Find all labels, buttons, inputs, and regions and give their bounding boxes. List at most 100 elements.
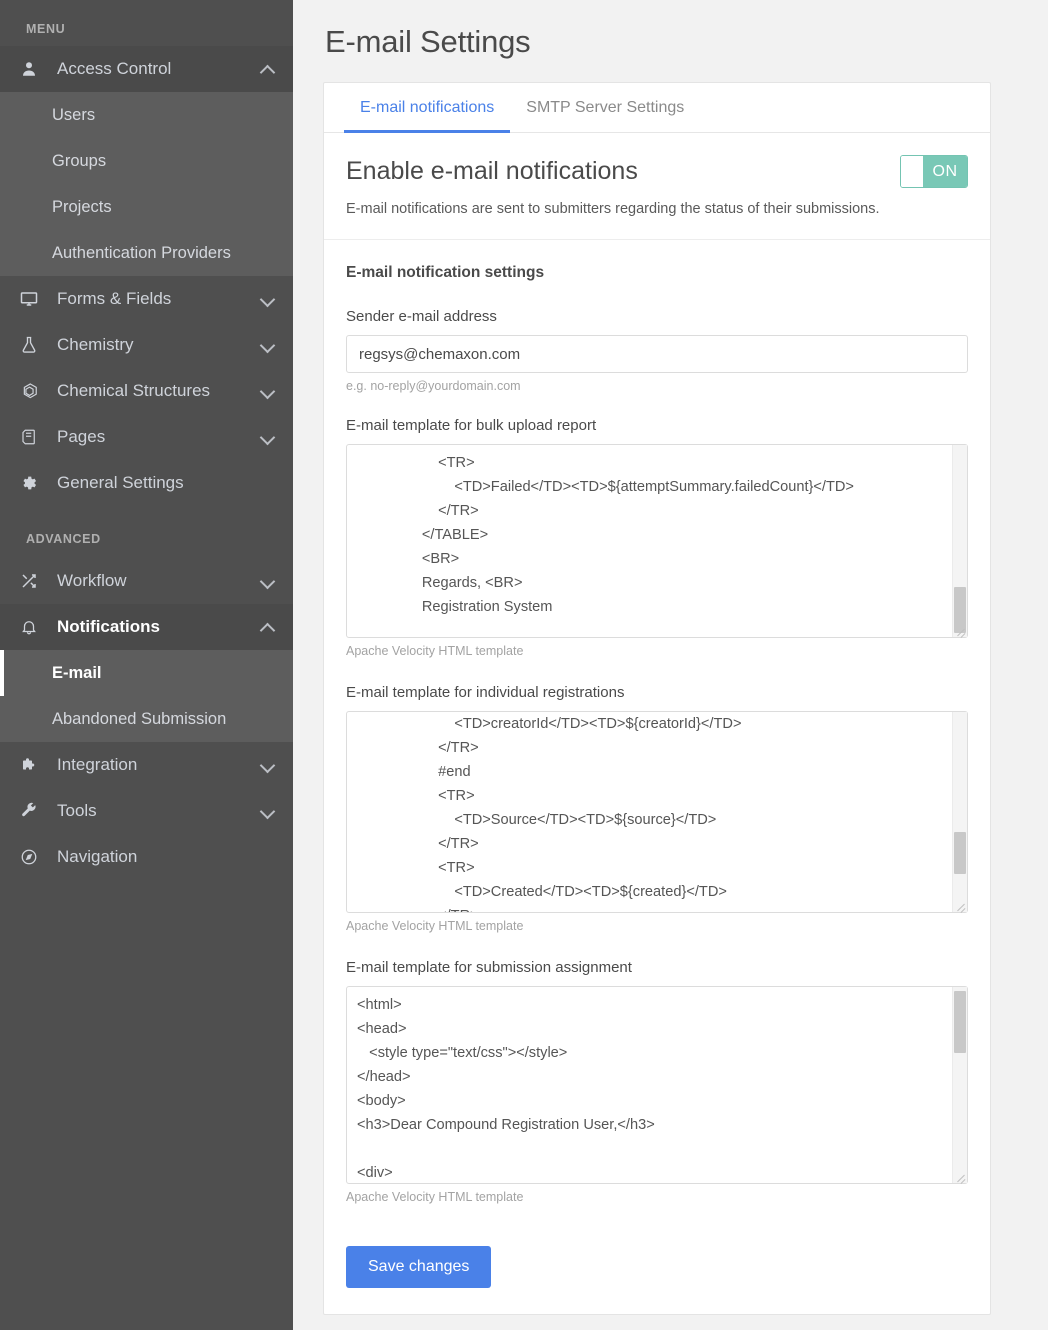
- assignment-template-hint: Apache Velocity HTML template: [346, 1190, 968, 1204]
- sidebar: MENU Access Control Users Groups Project…: [0, 0, 293, 1330]
- sender-email-hint: e.g. no-reply@yourdomain.com: [346, 379, 968, 393]
- sidebar-item-workflow[interactable]: Workflow: [0, 558, 293, 604]
- bulk-template-hint: Apache Velocity HTML template: [346, 644, 968, 658]
- hexagon-icon: [20, 382, 48, 401]
- sidebar-subitem-abandoned-submission[interactable]: Abandoned Submission: [0, 696, 293, 742]
- notification-settings-body: E-mail notification settings Sender e-ma…: [324, 240, 990, 1314]
- sidebar-item-label: Navigation: [48, 847, 275, 867]
- tab-email-notifications[interactable]: E-mail notifications: [344, 83, 510, 133]
- wrench-icon: [20, 802, 48, 820]
- chevron-down-icon[interactable]: [261, 384, 275, 398]
- sidebar-item-label: Integration: [48, 755, 261, 775]
- chevron-up-icon[interactable]: [261, 62, 275, 76]
- sidebar-item-label: Tools: [48, 801, 261, 821]
- bulk-template-scrollbar[interactable]: [952, 445, 967, 637]
- sidebar-subitem-email[interactable]: E-mail: [0, 650, 293, 696]
- enable-notifications-row: Enable e-mail notifications ON: [324, 133, 990, 188]
- sidebar-subitem-label: Projects: [52, 198, 112, 217]
- toggle-state-label: ON: [923, 156, 967, 187]
- sidebar-item-navigation[interactable]: Navigation: [0, 834, 293, 880]
- page-title: E-mail Settings: [323, 0, 1018, 82]
- individual-template-scrollbar[interactable]: [952, 712, 967, 912]
- bulk-template-label: E-mail template for bulk upload report: [346, 417, 968, 434]
- assignment-template-textarea-wrap: <html> <head> <style type="text/css"></s…: [346, 986, 968, 1184]
- sidebar-item-integration[interactable]: Integration: [0, 742, 293, 788]
- sidebar-subitem-label: Users: [52, 106, 95, 125]
- bulk-template-textarea[interactable]: <TR> <TD>Failed</TD><TD>${attemptSummary…: [346, 444, 968, 638]
- submenu-access-control: Users Groups Projects Authentication Pro…: [0, 92, 293, 276]
- save-changes-button[interactable]: Save changes: [346, 1246, 491, 1288]
- enable-notifications-title: Enable e-mail notifications: [346, 157, 638, 186]
- chevron-down-icon[interactable]: [261, 804, 275, 818]
- sidebar-item-chemistry[interactable]: Chemistry: [0, 322, 293, 368]
- sidebar-subitem-label: Authentication Providers: [52, 244, 231, 263]
- sender-email-input[interactable]: [346, 335, 968, 373]
- sidebar-subitem-label: Abandoned Submission: [52, 710, 226, 729]
- flask-icon: [20, 336, 48, 354]
- sidebar-item-general-settings[interactable]: General Settings: [0, 460, 293, 506]
- chevron-up-icon[interactable]: [261, 620, 275, 634]
- sidebar-item-label: Pages: [48, 427, 261, 447]
- sidebar-item-access-control[interactable]: Access Control: [0, 46, 293, 92]
- gear-icon: [20, 474, 48, 492]
- assignment-template-scrollbar[interactable]: [952, 987, 967, 1183]
- chevron-down-icon[interactable]: [261, 574, 275, 588]
- sender-email-label: Sender e-mail address: [346, 308, 968, 325]
- enable-notifications-description: E-mail notifications are sent to submitt…: [324, 188, 990, 239]
- sidebar-item-notifications[interactable]: Notifications: [0, 604, 293, 650]
- sidebar-item-label: Chemical Structures: [48, 381, 261, 401]
- app-root: MENU Access Control Users Groups Project…: [0, 0, 1048, 1330]
- scrollbar-thumb[interactable]: [954, 587, 966, 633]
- settings-heading: E-mail notification settings: [346, 264, 968, 282]
- sidebar-subitem-label: Groups: [52, 152, 106, 171]
- sidebar-item-label: Access Control: [48, 59, 261, 79]
- sidebar-item-forms-fields[interactable]: Forms & Fields: [0, 276, 293, 322]
- chevron-down-icon[interactable]: [261, 292, 275, 306]
- settings-card: E-mail notifications SMTP Server Setting…: [323, 82, 991, 1315]
- sidebar-item-label: Notifications: [48, 617, 261, 637]
- enable-notifications-toggle[interactable]: ON: [900, 155, 968, 188]
- sidebar-subitem-users[interactable]: Users: [0, 92, 293, 138]
- puzzle-icon: [20, 756, 48, 774]
- individual-template-textarea-wrap: <TD>creatorId</TD><TD>${creatorId}</TD> …: [346, 711, 968, 913]
- book-icon: [20, 428, 48, 446]
- monitor-icon: [20, 290, 48, 308]
- tab-bar: E-mail notifications SMTP Server Setting…: [324, 83, 990, 133]
- compass-icon: [20, 848, 48, 866]
- submenu-notifications: E-mail Abandoned Submission: [0, 650, 293, 742]
- bulk-template-field-block: E-mail template for bulk upload report <…: [346, 417, 968, 658]
- bulk-template-textarea-wrap: <TR> <TD>Failed</TD><TD>${attemptSummary…: [346, 444, 968, 638]
- individual-template-field-block: E-mail template for individual registrat…: [346, 684, 968, 933]
- individual-template-label: E-mail template for individual registrat…: [346, 684, 968, 701]
- sidebar-subitem-projects[interactable]: Projects: [0, 184, 293, 230]
- sidebar-item-label: Chemistry: [48, 335, 261, 355]
- sidebar-subitem-authentication-providers[interactable]: Authentication Providers: [0, 230, 293, 276]
- sidebar-item-label: Forms & Fields: [48, 289, 261, 309]
- toggle-knob: [901, 156, 923, 187]
- scrollbar-thumb[interactable]: [954, 991, 966, 1053]
- assignment-template-field-block: E-mail template for submission assignmen…: [346, 959, 968, 1204]
- main-content: E-mail Settings E-mail notifications SMT…: [293, 0, 1048, 1330]
- shuffle-icon: [20, 572, 48, 590]
- sidebar-item-chemical-structures[interactable]: Chemical Structures: [0, 368, 293, 414]
- bell-icon: [20, 618, 48, 636]
- assignment-template-label: E-mail template for submission assignmen…: [346, 959, 968, 976]
- tab-smtp-server-settings[interactable]: SMTP Server Settings: [510, 83, 700, 133]
- sidebar-item-label: Workflow: [48, 571, 261, 591]
- sidebar-item-label: General Settings: [48, 473, 275, 493]
- sender-email-field-block: Sender e-mail address e.g. no-reply@your…: [346, 308, 968, 393]
- user-icon: [20, 60, 48, 78]
- chevron-down-icon[interactable]: [261, 430, 275, 444]
- chevron-down-icon[interactable]: [261, 338, 275, 352]
- chevron-down-icon[interactable]: [261, 758, 275, 772]
- sidebar-subitem-groups[interactable]: Groups: [0, 138, 293, 184]
- sidebar-item-tools[interactable]: Tools: [0, 788, 293, 834]
- sidebar-subitem-label: E-mail: [52, 664, 102, 683]
- scrollbar-thumb[interactable]: [954, 832, 966, 874]
- individual-template-textarea[interactable]: <TD>creatorId</TD><TD>${creatorId}</TD> …: [346, 711, 968, 913]
- sidebar-section-menu: MENU: [0, 0, 293, 46]
- assignment-template-textarea[interactable]: <html> <head> <style type="text/css"></s…: [346, 986, 968, 1184]
- individual-template-hint: Apache Velocity HTML template: [346, 919, 968, 933]
- sidebar-item-pages[interactable]: Pages: [0, 414, 293, 460]
- sidebar-section-advanced: ADVANCED: [0, 506, 293, 558]
